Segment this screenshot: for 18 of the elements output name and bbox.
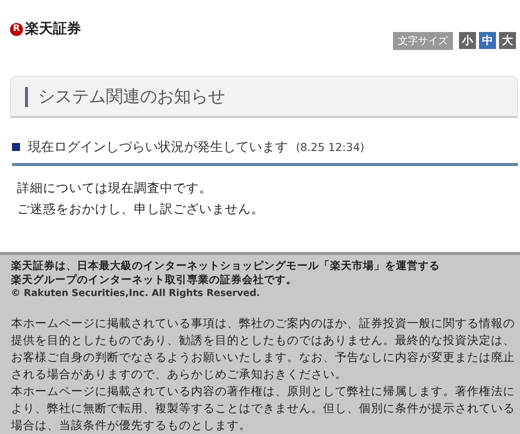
company-text: 楽天証券は、日本最大級のインターネットショッピングモール「楽天市場」を運営する	[11, 259, 441, 273]
notice-timestamp: (8.25 12:34)	[296, 140, 364, 154]
notice-text: ご迷惑をおかけし、申し訳ございません。	[17, 201, 265, 218]
font-size-button[interactable]: 大	[499, 32, 516, 49]
notice-heading: 現在ログインしづらい状況が発生しています	[28, 139, 288, 156]
bullet-icon	[12, 143, 20, 151]
company-text: 楽天グループのインターネット取引専業の証券会社です。	[11, 273, 298, 287]
logo-mark: R	[10, 22, 23, 36]
title-marker	[25, 86, 28, 106]
disclaimer-text: 本ホームページに掲載されている内容の著作権は、原則として弊社に帰属します。著作権法により、弊社に無断で転用、複製等することはできません。但し、個別に条件が提示されている場合は、当該条件が優先するものとします。	[11, 383, 516, 434]
logo: 楽天証券	[25, 20, 81, 38]
disclaimer-text: 本ホームページに掲載されている事項は、弊社のご案内のほか、証券投資一般に関する情報の提供を目的としたものであり、勧誘を目的としたものではありません。最終的な投資決定は、お客様ご自身の判断でなさるようお願いいたします。なお、予告なしに内容が変更または廃止される場合がありますので、あらかじめご承知おきください。	[11, 315, 516, 383]
font-size-button[interactable]: 中	[479, 32, 496, 49]
copyright-text: © Rakuten Securities,Inc. All Rights Reserved.	[11, 287, 262, 301]
page-title: システム関連のお知らせ	[38, 86, 225, 108]
notice-text: 詳細については現在調査中です。	[17, 180, 213, 197]
font-size-button[interactable]: 小	[459, 32, 476, 49]
font-size-label: 文字サイズ	[393, 32, 453, 50]
